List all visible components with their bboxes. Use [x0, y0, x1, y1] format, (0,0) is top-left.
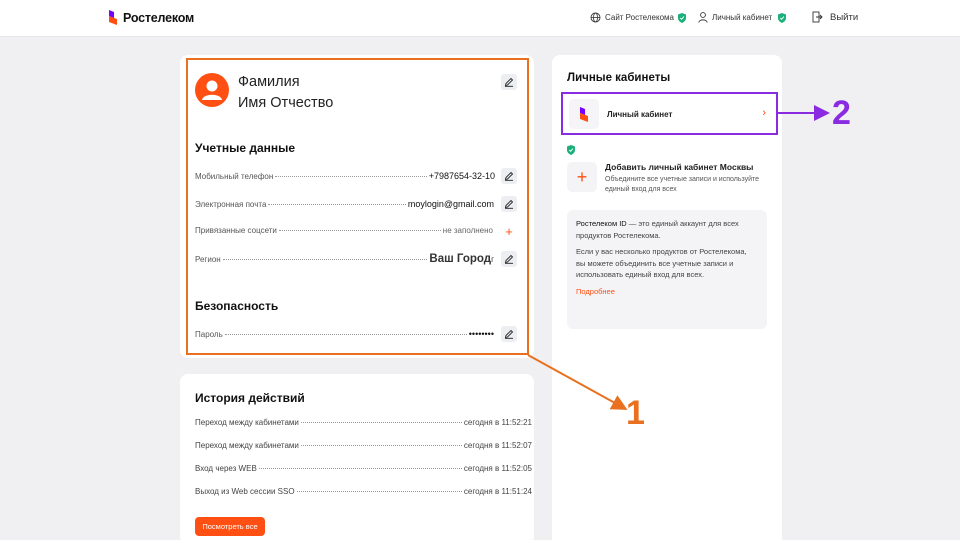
globe-icon	[590, 12, 601, 23]
add-moscow-cabinet-title[interactable]: Добавить личный кабинет Москвы	[605, 162, 753, 172]
see-all-button[interactable]: Посмотреть все	[195, 517, 265, 536]
site-link-label: Сайт Ростелекома	[605, 13, 674, 22]
history-action: Выход из Web сессии SSO	[195, 487, 295, 496]
more-link[interactable]: Подробнее	[576, 286, 758, 298]
info-strong: Ростелеком ID	[576, 219, 627, 228]
logout-label: Выйти	[830, 11, 859, 23]
brand-name: Ростелеком	[123, 10, 195, 25]
callout-frame-2	[561, 92, 778, 135]
add-moscow-cabinet-desc: Объедините все учетные записи и использу…	[605, 176, 760, 193]
history-row: Вход через WEB сегодня в 11:52:05	[195, 464, 532, 473]
rostelecom-logo-icon	[109, 10, 117, 25]
history-row: Переход между кабинетами сегодня в 11:52:…	[195, 418, 532, 427]
shield-icon	[567, 142, 575, 160]
history-action: Переход между кабинетами	[195, 441, 299, 450]
account-link-label: Личный кабинет	[712, 13, 773, 22]
logout-icon	[812, 11, 823, 23]
shield-icon	[778, 13, 786, 23]
shield-icon	[678, 13, 686, 23]
account-link[interactable]: Личный кабинет	[698, 12, 772, 23]
site-link[interactable]: Сайт Ростелекома	[590, 12, 674, 23]
history-title: История действий	[195, 391, 305, 405]
history-time: сегодня в 11:51:24	[463, 487, 532, 496]
rostelecom-logo[interactable]: Ростелеком	[108, 9, 194, 26]
info-paragraph-2: Если у вас несколько продуктов от Ростел…	[576, 247, 747, 279]
history-row: Переход между кабинетами сегодня в 11:52:…	[195, 441, 532, 450]
history-row: Выход из Web сессии SSO сегодня в 11:51:2…	[195, 487, 532, 496]
history-time: сегодня в 11:52:07	[463, 441, 532, 450]
history-action: Переход между кабинетами	[195, 418, 299, 427]
callout-frame-1	[186, 58, 529, 355]
callout-number-2: 2	[832, 94, 851, 132]
top-bar: Ростелеком Сайт Ростелекома Личный кабин…	[0, 0, 960, 37]
logout-button[interactable]: Выйти	[812, 11, 858, 23]
callout-number-1: 1	[626, 394, 645, 432]
history-time: сегодня в 11:52:05	[463, 464, 532, 473]
plus-icon: +	[576, 166, 588, 187]
add-moscow-cabinet-button[interactable]: +	[567, 162, 597, 192]
info-paragraph-1: Ростелеком ID — это единый аккаунт для в…	[576, 218, 758, 241]
rostelecom-id-info: Ростелеком ID — это единый аккаунт для в…	[567, 210, 767, 329]
history-action: Вход через WEB	[195, 464, 257, 473]
history-time: сегодня в 11:52:21	[463, 418, 532, 427]
cabinets-title: Личные кабинеты	[567, 72, 671, 84]
user-icon	[698, 12, 708, 23]
